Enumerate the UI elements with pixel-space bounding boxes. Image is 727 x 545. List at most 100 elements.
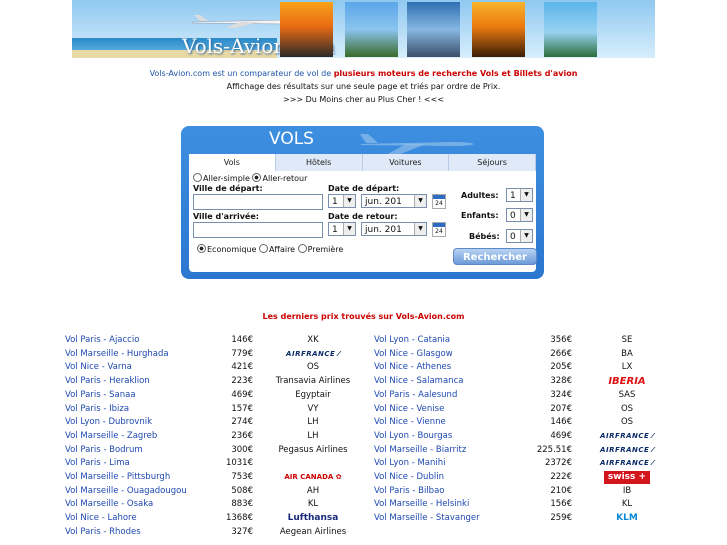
- price-row-route[interactable]: Vol Marseille - Ouagadougou: [65, 485, 187, 498]
- airline-code: KL: [307, 499, 319, 510]
- airline-logo: IBERIA: [608, 376, 646, 388]
- arrival-city-label: Ville d'arrivée:: [193, 212, 259, 221]
- price-row-route[interactable]: Vol Marseille - Helsinki: [374, 498, 469, 511]
- tab-voitures[interactable]: Voitures: [362, 154, 450, 171]
- price-row-route[interactable]: Vol Paris - Bodrum: [65, 444, 143, 457]
- airline-logo: swiss +: [603, 471, 651, 484]
- airline-logo: Lufthansa: [287, 513, 339, 524]
- arrival-city-input[interactable]: [193, 222, 323, 238]
- price-row-route[interactable]: Vol Marseille - Pittsburgh: [65, 471, 170, 484]
- price-row-airline: BA: [587, 348, 667, 361]
- price-row-route[interactable]: Vol Paris - Aalesund: [374, 389, 457, 402]
- price-row-airline: SAS: [587, 389, 667, 402]
- search-button[interactable]: Rechercher: [453, 248, 537, 265]
- depart-day-select[interactable]: 1 ▼: [328, 194, 356, 208]
- adults-label: Adultes:: [461, 191, 499, 200]
- aller-simple-label: Aller-simple: [203, 174, 250, 183]
- depart-day-value: 1: [332, 197, 338, 207]
- airline-code: AH: [306, 485, 320, 496]
- price-row-price: 753€: [231, 472, 253, 482]
- radio-affaire[interactable]: [258, 244, 268, 253]
- return-date-label: Date de retour:: [328, 212, 398, 221]
- return-month-select[interactable]: jun. 201 ▼: [361, 222, 427, 236]
- price-row-airline: KL: [273, 498, 353, 511]
- babies-label: Bébés:: [469, 232, 500, 241]
- price-row-price: 508€: [231, 485, 253, 496]
- depart-city-input[interactable]: [193, 194, 323, 210]
- price-row-airline: LH: [273, 430, 353, 443]
- price-row-price: 469€: [231, 389, 253, 400]
- price-row-route[interactable]: Vol Lyon - Manihi: [374, 457, 446, 470]
- airline-code: LH: [307, 430, 319, 441]
- price-row-airline: Transavia Airlines: [273, 375, 353, 388]
- radio-aller-retour[interactable]: [252, 173, 262, 182]
- price-row-route[interactable]: Vol Paris - Rhodes: [65, 526, 141, 539]
- radio-premiere[interactable]: [297, 244, 307, 253]
- price-row-airline: VY: [273, 403, 353, 416]
- return-day-select[interactable]: 1 ▼: [328, 222, 356, 236]
- price-row-route[interactable]: Vol Nice - Salamanca: [374, 375, 463, 388]
- airline-code: KL: [621, 499, 633, 510]
- depart-city-label: Ville de départ:: [193, 184, 263, 193]
- price-row-airline: SE: [587, 334, 667, 347]
- adults-value: 1: [510, 191, 516, 201]
- price-row-route[interactable]: Vol Marseille - Stavanger: [374, 512, 480, 525]
- airline-code: SE: [621, 335, 633, 345]
- price-row-route[interactable]: Vol Paris - Heraklion: [65, 375, 150, 388]
- price-row-route[interactable]: Vol Lyon - Catania: [374, 334, 450, 347]
- intro-line-2: Affichage des résultats sur une seule pa…: [226, 82, 501, 91]
- chevron-down-icon: ▼: [414, 195, 426, 207]
- price-row-price: 883€: [231, 499, 253, 510]
- tab-vols[interactable]: Vols: [189, 154, 276, 171]
- price-row-route[interactable]: Vol Marseille - Zagreb: [65, 430, 157, 443]
- price-row-price: 266€: [550, 348, 572, 359]
- price-row-route[interactable]: Vol Paris - Sanaa: [65, 389, 136, 402]
- price-row-route[interactable]: Vol Paris - Ajaccio: [65, 334, 139, 347]
- banner-photo-temple: [345, 2, 398, 57]
- price-row-airline: [273, 457, 353, 470]
- price-row-route[interactable]: Vol Nice - Venise: [374, 403, 444, 416]
- intro-highlight: plusieurs moteurs de recherche Vols et B…: [333, 69, 578, 78]
- price-row-route[interactable]: Vol Nice - Lahore: [65, 512, 137, 525]
- price-row-price: 779€: [231, 348, 253, 359]
- banner-photo-beach: [544, 2, 597, 57]
- price-row-airline: OS: [587, 416, 667, 429]
- price-row-route[interactable]: Vol Marseille - Biarritz: [374, 444, 466, 457]
- radio-aller-simple[interactable]: [193, 173, 202, 182]
- price-row-route[interactable]: Vol Lyon - Bourgas: [374, 430, 452, 443]
- calendar-icon[interactable]: 24: [432, 194, 446, 209]
- chevron-down-icon: ▼: [343, 223, 355, 235]
- depart-month-select[interactable]: jun. 201 ▼: [361, 194, 427, 208]
- price-row-route[interactable]: Vol Nice - Glasgow: [374, 348, 453, 361]
- price-row-price: 469€: [550, 430, 572, 441]
- price-row-airline: LH: [273, 416, 353, 429]
- return-month-value: jun. 201: [365, 225, 402, 235]
- banner-photo-palms: [472, 2, 525, 57]
- price-row-route[interactable]: Vol Marseille - Osaka: [65, 498, 153, 511]
- adults-select[interactable]: 1 ▼: [506, 188, 533, 202]
- price-row-price: 207€: [550, 403, 572, 414]
- price-row-price: 328€: [550, 376, 572, 387]
- price-row-route[interactable]: Vol Marseille - Hurghada: [65, 348, 169, 361]
- price-row-route[interactable]: Vol Paris - Lima: [65, 457, 130, 470]
- children-select[interactable]: 0 ▼: [506, 208, 533, 222]
- tab-sejours[interactable]: Séjours: [449, 154, 536, 171]
- price-row-route[interactable]: Vol Nice - Vienne: [374, 416, 446, 429]
- airline-logo: AIR CANADA ✿: [284, 473, 342, 481]
- aller-retour-label: Aller-retour: [262, 174, 308, 183]
- airline-code: OS: [306, 362, 320, 373]
- airline-code: Aegean Airlines: [279, 526, 347, 537]
- price-row-route[interactable]: Vol Nice - Dublin: [374, 471, 444, 484]
- tab-hotels[interactable]: Hôtels: [275, 154, 363, 171]
- airline-logo: AIRFRANCE ⁄: [600, 459, 654, 468]
- depart-date-label: Date de départ:: [328, 184, 400, 193]
- price-row-route[interactable]: Vol Lyon - Dubrovnik: [65, 416, 152, 429]
- price-row-route[interactable]: Vol Nice - Athenes: [374, 361, 451, 374]
- price-row-route[interactable]: Vol Paris - Bilbao: [374, 485, 445, 498]
- price-row-route[interactable]: Vol Nice - Varna: [65, 361, 132, 374]
- babies-select[interactable]: 0 ▼: [506, 229, 533, 243]
- price-row-price: 146€: [550, 417, 572, 428]
- price-row-route[interactable]: Vol Paris - Ibiza: [65, 403, 129, 416]
- calendar-icon[interactable]: 24: [432, 222, 446, 237]
- radio-economique[interactable]: [197, 244, 206, 253]
